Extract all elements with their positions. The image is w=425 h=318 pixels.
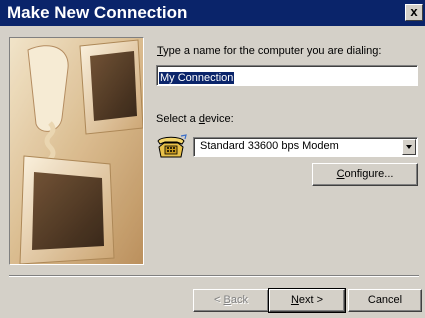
connection-name-input[interactable]: My Connection [156,65,418,86]
device-select-value: Standard 33600 bps Modem [200,140,339,152]
close-button[interactable]: x [405,4,423,21]
name-prompt-text: ype a name for the computer you are dial… [163,45,382,57]
name-prompt-label: Type a name for the computer you are dia… [157,45,381,57]
connection-name-value: My Connection [159,72,235,84]
device-prompt-text: evice: [204,113,234,125]
title-bar: Make New Connection x [0,0,425,26]
device-prompt-label: Select a device: [156,113,234,125]
device-select[interactable]: Standard 33600 bps Modem [193,137,418,157]
device-prompt-prefix: Select a [156,113,199,125]
chevron-down-icon[interactable] [402,139,416,155]
back-button[interactable]: < Back [193,289,269,312]
configure-button[interactable]: Configure... [312,163,418,186]
close-icon: x [410,4,418,19]
next-label: ext > [298,294,324,306]
back-prefix: < [214,294,224,306]
separator [9,275,419,277]
configure-label: onfigure... [344,168,394,180]
cancel-label: Cancel [367,294,403,306]
next-button[interactable]: Next > [268,288,346,313]
back-mnemonic: B [223,294,231,306]
dialog-window: Make New Connection x Type a name for th… [0,0,425,318]
next-mnemonic: N [290,294,299,306]
window-title: Make New Connection [7,3,188,22]
cancel-button[interactable]: Cancel [348,289,422,312]
configure-mnemonic: C [336,168,345,180]
telephone-icon [155,133,187,159]
back-label: ack [230,294,248,306]
computer-illustration [9,37,144,265]
